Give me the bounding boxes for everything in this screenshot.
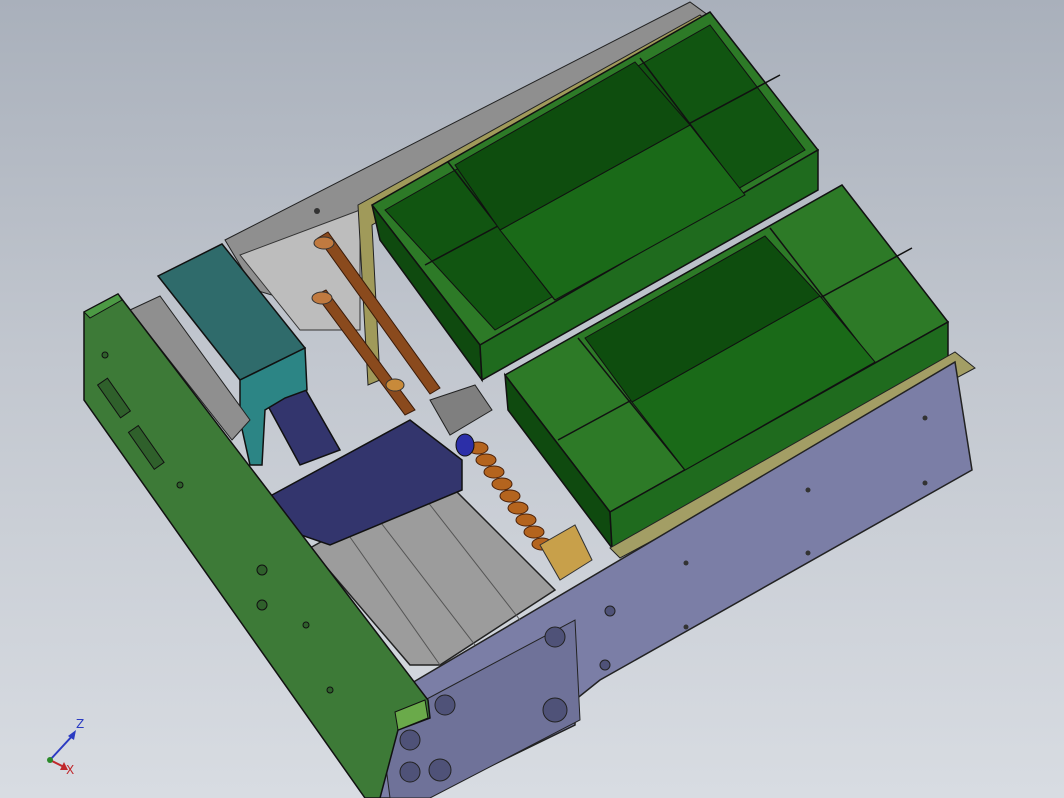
base-hole-small: [805, 550, 811, 556]
side-plate-hole: [256, 599, 268, 611]
base-hole-small: [683, 560, 689, 566]
side-plate-hole: [176, 481, 184, 489]
bearing-ring: [455, 433, 475, 457]
base-hole: [428, 758, 452, 782]
cad-viewport[interactable]: Z X: [0, 0, 1064, 798]
base-hole: [542, 697, 568, 723]
rail-hole: [314, 208, 320, 214]
side-plate-hole: [326, 686, 334, 694]
base-hole: [544, 626, 566, 648]
rod-end-upper: [313, 236, 335, 250]
base-hole: [599, 659, 611, 671]
base-hole-small: [805, 487, 811, 493]
assembly-model[interactable]: [0, 0, 1064, 798]
side-plate-hole: [302, 621, 310, 629]
base-hole: [604, 605, 616, 617]
rod-collar: [385, 378, 405, 392]
xyz-axis-triad-icon: Z X: [47, 717, 84, 777]
side-plate-hole: [101, 351, 109, 359]
base-hole-small: [922, 415, 928, 421]
spring-nut: [539, 524, 593, 581]
axis-label-z: Z: [76, 717, 84, 731]
side-plate-hole: [256, 564, 268, 576]
base-hole: [399, 729, 421, 751]
base-hole-small: [683, 624, 689, 630]
base-hole: [434, 694, 456, 716]
base-hole: [399, 761, 421, 783]
rod-end-lower: [311, 291, 333, 305]
bearing-block: [429, 384, 493, 436]
base-hole-small: [922, 480, 928, 486]
axis-label-x: X: [66, 763, 74, 777]
